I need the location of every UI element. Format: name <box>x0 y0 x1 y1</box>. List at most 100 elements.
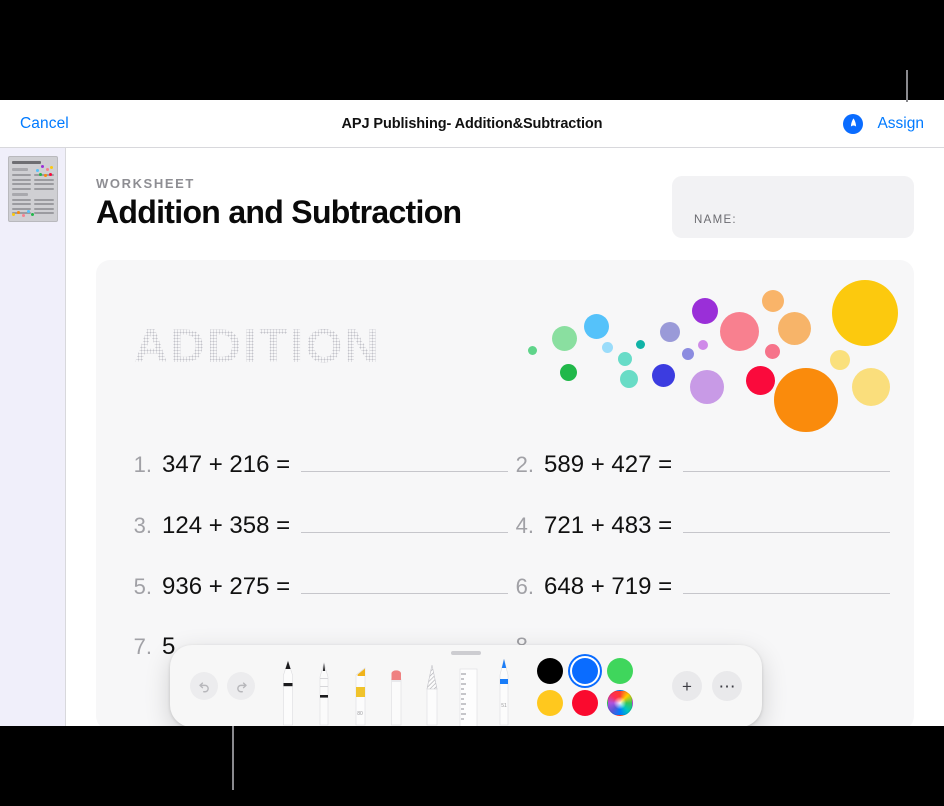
problem-number: 6. <box>515 574 534 599</box>
answer-blank[interactable] <box>683 572 890 594</box>
bubble-9 <box>652 364 675 387</box>
section-heading-addition: ADDITION <box>134 319 382 372</box>
callout-line-markup-toolbar <box>232 726 234 790</box>
bubble-21 <box>830 350 850 370</box>
color-green[interactable] <box>607 658 633 684</box>
color-row-bottom <box>537 690 633 716</box>
bubble-13 <box>690 370 724 404</box>
work-area: WORKSHEET Addition and Subtraction NAME:… <box>0 148 944 726</box>
color-row-top <box>537 658 633 684</box>
problem-number: 7. <box>133 634 152 659</box>
color-black[interactable] <box>537 658 563 684</box>
problem-row: 1. 347 + 216 = 2. 589 + 427 = <box>126 450 890 479</box>
bubble-2 <box>560 364 577 381</box>
problem-number: 2. <box>515 452 534 477</box>
bubble-15 <box>746 366 775 395</box>
problem-expression: 648 + 719 = <box>544 573 673 600</box>
bubble-20 <box>832 280 898 346</box>
problem-expression: 936 + 275 = <box>162 573 291 600</box>
schoolwork-app-icon[interactable] <box>843 113 864 134</box>
assign-button[interactable]: Assign <box>877 115 924 133</box>
worksheet-title: Addition and Subtraction <box>96 194 462 230</box>
name-input-field[interactable]: NAME: <box>672 176 914 238</box>
screenshot-root: Cancel APJ Publishing- Addition&Subtract… <box>0 0 944 806</box>
document-canvas[interactable]: WORKSHEET Addition and Subtraction NAME:… <box>66 148 944 726</box>
bubble-5 <box>618 352 632 366</box>
letterbox-bottom <box>0 726 944 806</box>
bubble-16 <box>765 344 780 359</box>
cancel-button[interactable]: Cancel <box>20 115 69 133</box>
problem-number: 5. <box>133 574 152 599</box>
bubble-3 <box>584 314 609 339</box>
color-palette <box>537 656 633 716</box>
bubble-18 <box>778 312 811 345</box>
bubble-10 <box>682 348 694 360</box>
toolbar-actions-group: + ⋯ <box>672 671 762 701</box>
bubble-22 <box>852 368 890 406</box>
app-window: Cancel APJ Publishing- Addition&Subtract… <box>0 100 944 726</box>
problem-item-1[interactable]: 1. 347 + 216 = <box>126 450 508 479</box>
worksheet-kicker: WORKSHEET <box>96 176 195 191</box>
answer-blank[interactable] <box>301 450 508 472</box>
bubble-0 <box>528 346 537 355</box>
eraser-tool[interactable] <box>381 659 411 726</box>
bubble-19 <box>774 368 838 432</box>
problem-item-3[interactable]: 3. 124 + 358 = <box>126 511 508 540</box>
svg-text:51: 51 <box>501 703 507 709</box>
highlighter-tool[interactable]: 80 <box>345 659 375 726</box>
more-options-button[interactable]: ⋯ <box>712 671 742 701</box>
navigation-bar: Cancel APJ Publishing- Addition&Subtract… <box>0 100 944 148</box>
bubble-6 <box>620 370 638 388</box>
bubble-7 <box>636 340 645 349</box>
answer-blank[interactable] <box>301 572 508 594</box>
problem-row: 3. 124 + 358 = 4. 721 + 483 = <box>126 511 890 540</box>
color-yellow[interactable] <box>537 690 563 716</box>
worksheet-header: WORKSHEET Addition and Subtraction NAME: <box>96 176 914 238</box>
problem-number: 1. <box>133 452 152 477</box>
bubble-11 <box>692 298 718 324</box>
undo-redo-group <box>170 672 255 700</box>
problem-expression: 124 + 358 = <box>162 512 291 539</box>
problem-number: 4. <box>515 513 534 538</box>
problem-expression: 721 + 483 = <box>544 512 673 539</box>
bubble-1 <box>552 326 577 351</box>
navbar-right-group: Assign <box>843 113 924 134</box>
color-wheel[interactable] <box>607 690 633 716</box>
add-tool-button[interactable]: + <box>672 671 702 701</box>
problem-expression: 347 + 216 = <box>162 451 291 478</box>
bubble-14 <box>720 312 759 351</box>
redo-button[interactable] <box>227 672 255 700</box>
ruler-tool[interactable] <box>453 659 483 726</box>
problem-row: 5. 936 + 275 = 6. 648 + 719 = <box>126 572 890 601</box>
undo-button[interactable] <box>190 672 218 700</box>
drawing-tools-group: 80 51 <box>273 645 519 726</box>
document-title: APJ Publishing- Addition&Subtraction <box>341 115 603 132</box>
thumbnail-bubbles-icon <box>35 165 54 179</box>
bubble-17 <box>762 290 784 312</box>
problem-item-6[interactable]: 6. 648 + 719 = <box>508 572 890 601</box>
colored-bubbles-graphic <box>526 278 914 448</box>
problem-item-2[interactable]: 2. 589 + 427 = <box>508 450 890 479</box>
answer-blank[interactable] <box>301 511 508 533</box>
lasso-tool[interactable] <box>417 659 447 726</box>
pen-tool[interactable] <box>273 659 303 726</box>
page-thumbnail-1[interactable] <box>7 156 58 222</box>
answer-blank[interactable] <box>683 511 890 533</box>
bubble-8 <box>660 322 680 342</box>
callout-line-assign <box>906 70 908 102</box>
marker-tool[interactable]: 51 <box>489 658 519 726</box>
problem-item-5[interactable]: 5. 936 + 275 = <box>126 572 508 601</box>
thumbnail-bubbles-bottom-icon <box>11 210 36 218</box>
markup-toolbar[interactable]: 80 51 + ⋯ <box>170 645 762 726</box>
bubble-12 <box>698 340 708 350</box>
worksheet-titles: WORKSHEET Addition and Subtraction <box>96 176 462 231</box>
svg-text:80: 80 <box>357 711 363 717</box>
page-thumbnail-sidebar <box>0 148 66 726</box>
color-red[interactable] <box>572 690 598 716</box>
toolbar-drag-handle[interactable] <box>451 651 481 655</box>
answer-blank[interactable] <box>683 450 890 472</box>
color-blue[interactable] <box>572 658 598 684</box>
pencil-tool[interactable] <box>309 659 339 726</box>
problem-item-4[interactable]: 4. 721 + 483 = <box>508 511 890 540</box>
name-field-label: NAME: <box>694 214 737 226</box>
